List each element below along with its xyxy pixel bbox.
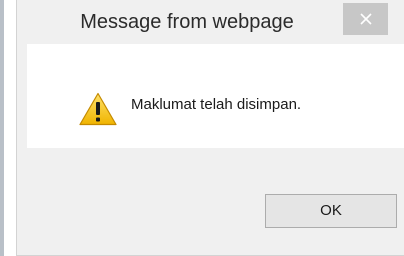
dialog-footer: OK	[27, 148, 404, 239]
dialog-titlebar[interactable]: Message from webpage	[17, 0, 404, 44]
close-icon	[359, 13, 372, 25]
ok-button[interactable]: OK	[265, 194, 397, 228]
close-button[interactable]	[343, 3, 388, 35]
backdrop-edge	[0, 0, 4, 256]
message-dialog: Message from webpage Maklumat telah disi…	[16, 0, 404, 256]
dialog-title: Message from webpage	[80, 11, 294, 33]
warning-icon	[79, 92, 117, 126]
dialog-content: Maklumat telah disimpan.	[27, 44, 404, 148]
dialog-message: Maklumat telah disimpan.	[131, 96, 302, 113]
